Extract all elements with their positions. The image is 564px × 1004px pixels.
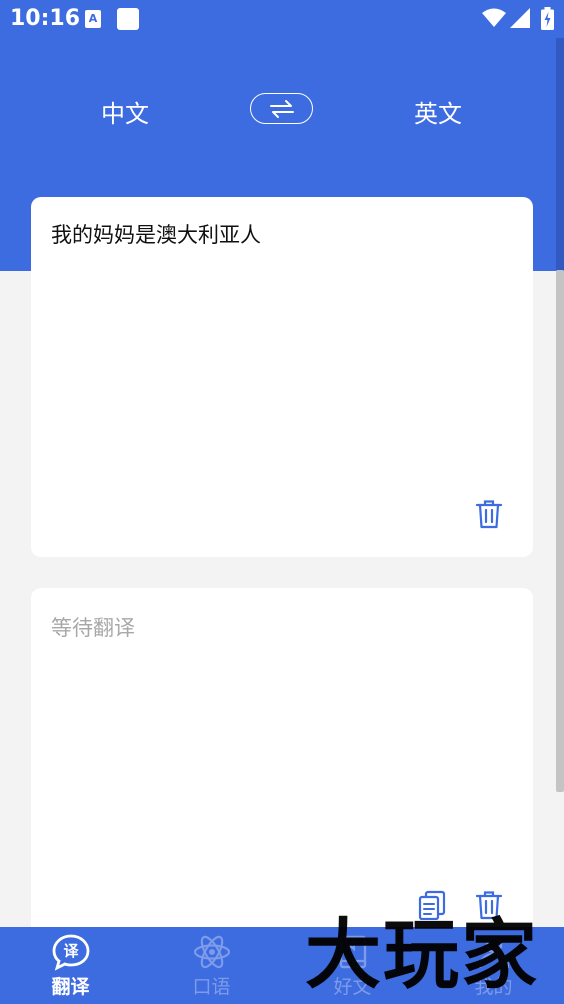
status-time: 10:16 (10, 6, 81, 31)
watermark: 大玩家 (305, 910, 539, 999)
swap-language-button[interactable] (250, 93, 313, 124)
tab-label: 口语 (192, 976, 231, 998)
battery-charging-icon (541, 7, 554, 30)
translate-bubble-icon: 译 (52, 934, 89, 971)
accessibility-a-icon: A (85, 10, 101, 28)
source-language-button[interactable]: 中文 (101, 94, 149, 129)
atom-icon (193, 935, 230, 969)
input-text[interactable]: 我的妈妈是澳大利亚人 (51, 219, 261, 249)
notification-square-icon (117, 8, 139, 30)
output-placeholder: 等待翻译 (51, 616, 135, 640)
tab-label: 翻译 (51, 976, 90, 998)
output-card: 等待翻译 (31, 588, 533, 948)
signal-icon (510, 8, 530, 28)
tab-translate[interactable]: 译 翻译 (0, 927, 141, 1004)
scrollbar-track-top (556, 38, 564, 270)
trash-icon[interactable] (475, 499, 503, 529)
svg-text:译: 译 (63, 942, 79, 960)
swap-arrows-icon (269, 99, 294, 118)
wifi-icon (482, 8, 506, 27)
status-bar: 10:16 A (0, 0, 564, 38)
tab-speaking[interactable]: 口语 (141, 927, 282, 1004)
input-card[interactable]: 我的妈妈是澳大利亚人 (31, 197, 533, 557)
target-language-button[interactable]: 英文 (414, 94, 462, 129)
scrollbar[interactable] (556, 270, 564, 792)
